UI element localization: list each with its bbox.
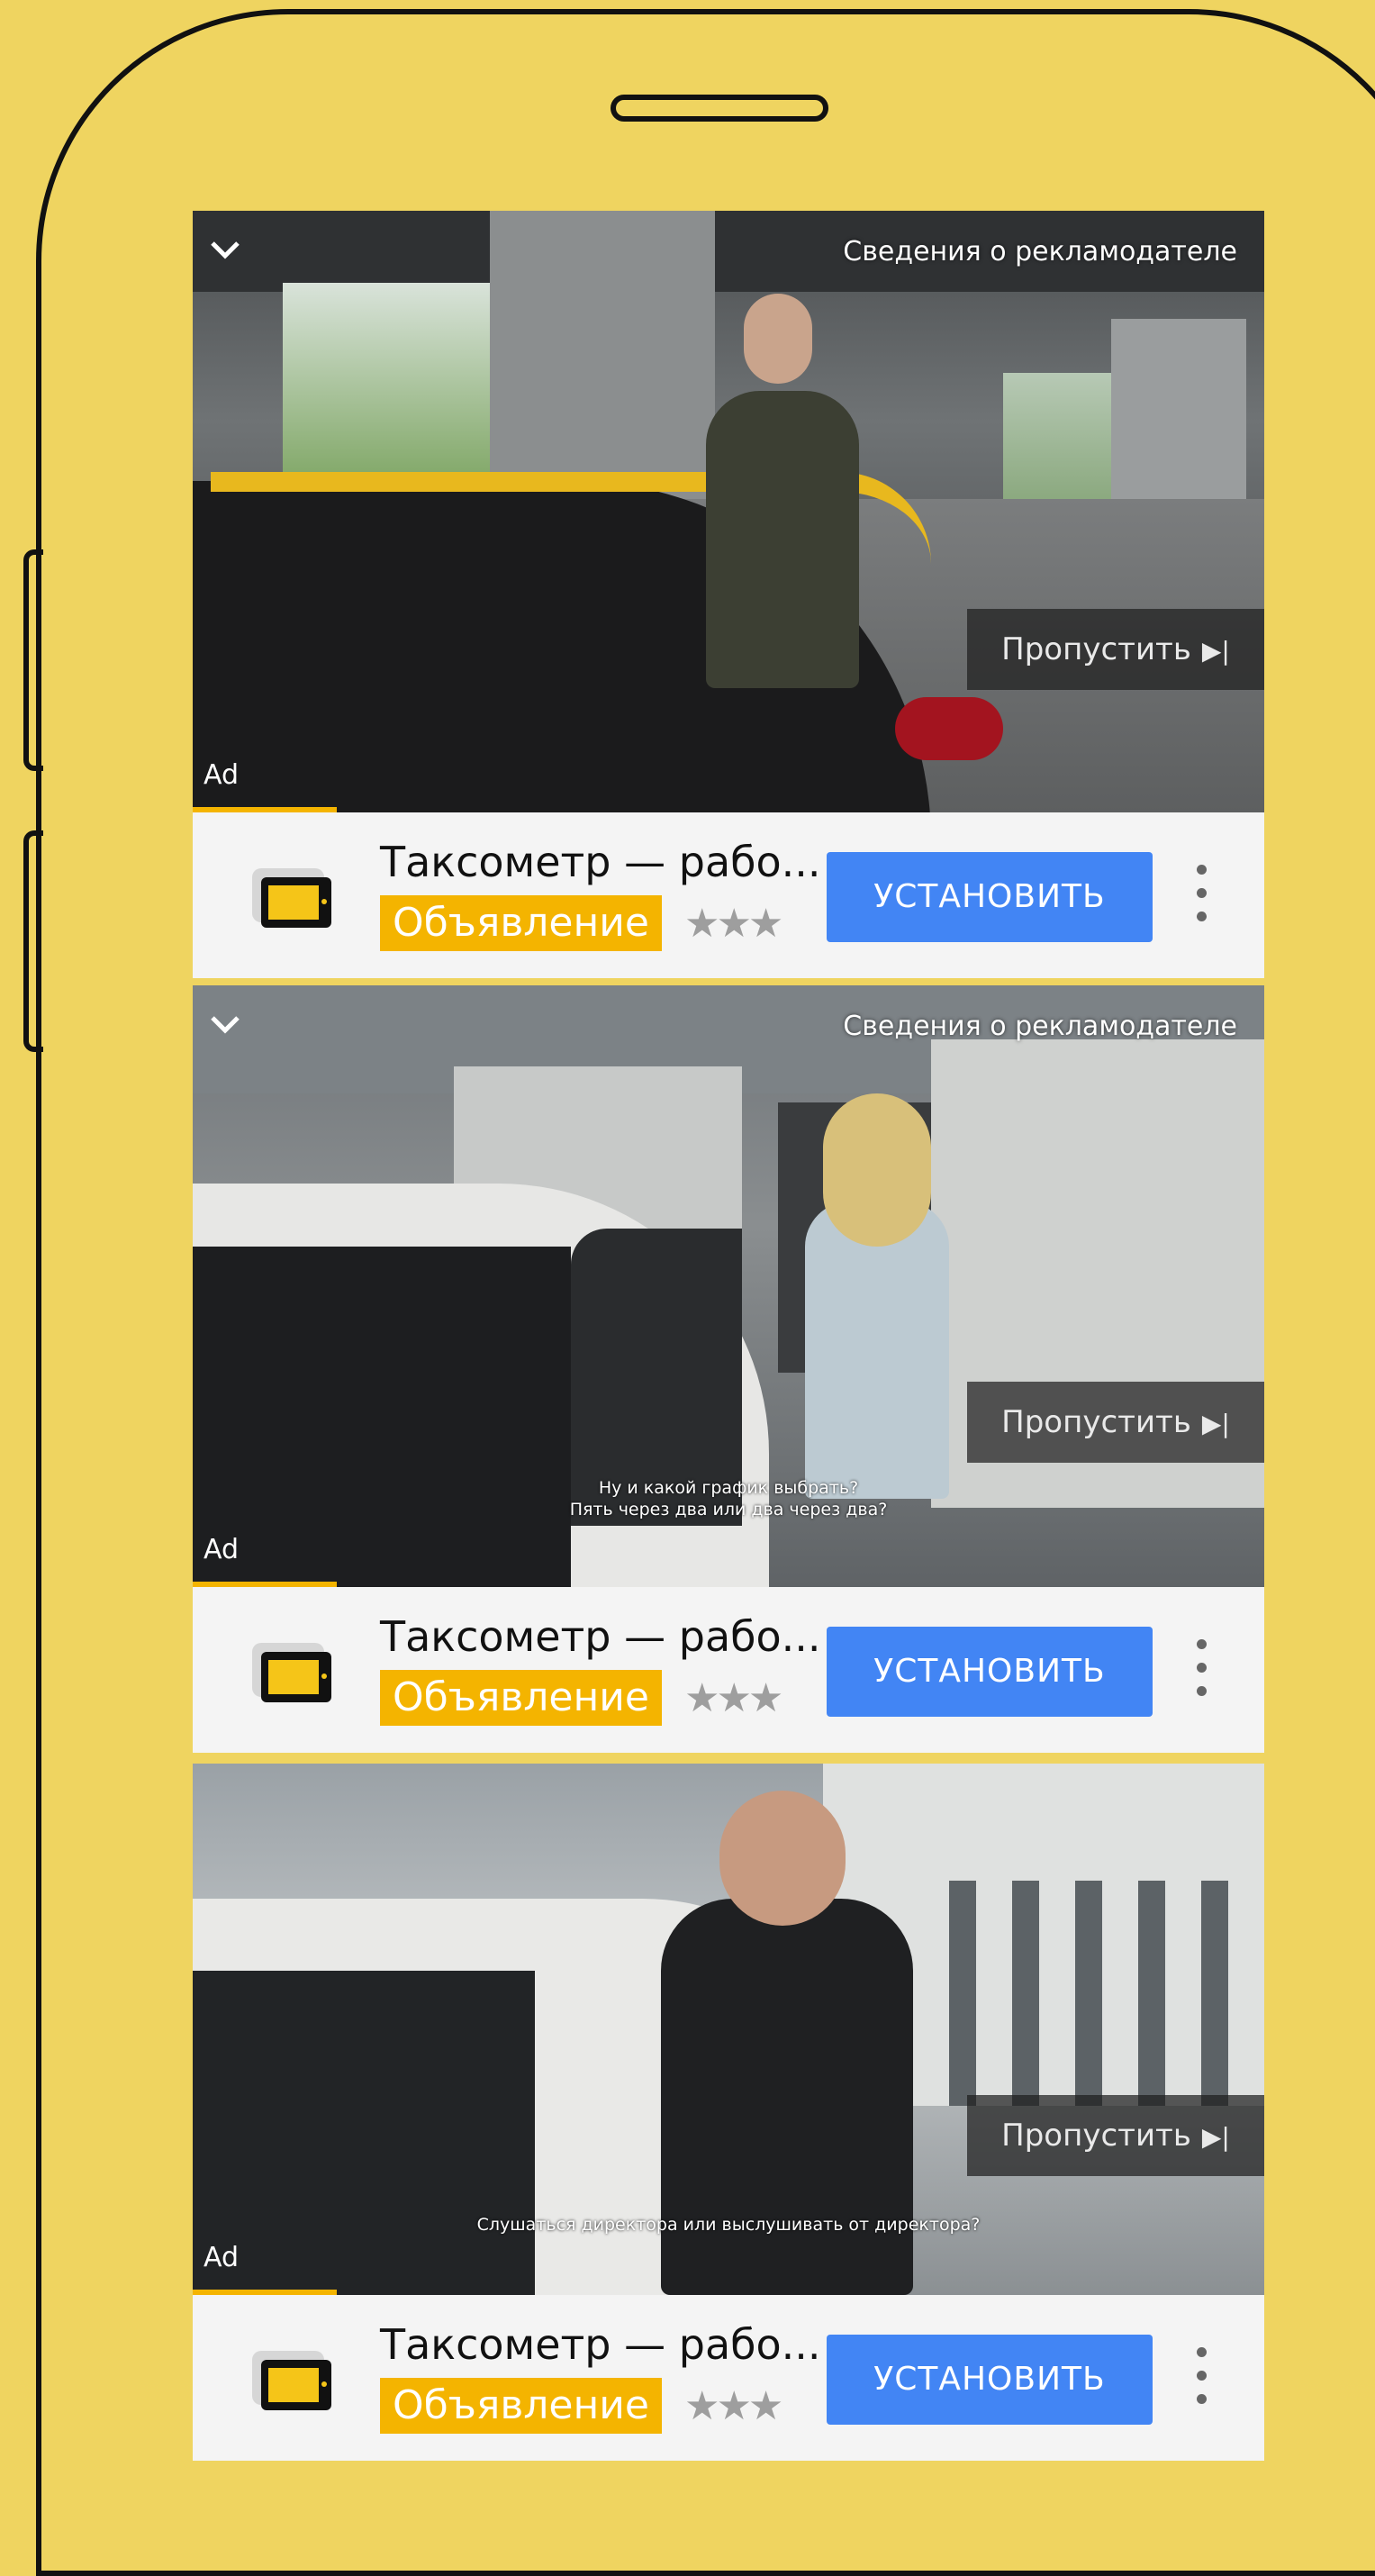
skip-label: Пропустить [1001, 2118, 1191, 2154]
app-title[interactable]: Таксометр — рабо... [380, 1612, 821, 1661]
taximeter-app-icon [252, 1643, 333, 1711]
skip-next-icon: ▶| [1201, 1409, 1230, 1438]
advertiser-info-link[interactable]: Сведения о рекламодателе [843, 236, 1237, 268]
rating-stars: ★★★ [684, 2383, 783, 2429]
ad-indicator: Ad [204, 759, 240, 791]
video-ad-card-2: Сведения о рекламодателе Пропустить ▶| Ну… [193, 985, 1264, 1753]
taximeter-app-icon [252, 868, 333, 937]
rating-stars: ★★★ [684, 901, 783, 947]
taximeter-app-icon [252, 2351, 333, 2419]
subtitle-line-1: Слушаться директора или выслушивать от д… [476, 2215, 981, 2235]
rating-stars: ★★★ [684, 1675, 783, 1721]
ad-badge: Объявление [380, 1670, 662, 1726]
ad-indicator: Ad [204, 2242, 240, 2273]
collapse-chevron-icon[interactable] [209, 1007, 241, 1039]
volume-down-button [23, 830, 43, 1052]
install-button[interactable]: УСТАНОВИТЬ [827, 2335, 1153, 2425]
skip-ad-button[interactable]: Пропустить ▶| [967, 2095, 1264, 2176]
video-player[interactable]: Сведения о рекламодателе Пропустить ▶| Ну… [193, 985, 1264, 1587]
video-player[interactable]: Пропустить ▶| Слушаться директора или выс… [193, 1764, 1264, 2295]
skip-label: Пропустить [1001, 1404, 1191, 1440]
volume-up-button [23, 549, 43, 771]
skip-label: Пропустить [1001, 631, 1191, 667]
install-button[interactable]: УСТАНОВИТЬ [827, 852, 1153, 942]
ad-badge: Объявление [380, 2378, 662, 2434]
phone-speaker [611, 95, 828, 122]
skip-ad-button[interactable]: Пропустить ▶| [967, 1382, 1264, 1463]
ad-indicator: Ad [204, 1534, 240, 1565]
skip-next-icon: ▶| [1201, 636, 1230, 666]
app-title[interactable]: Таксометр — рабо... [380, 838, 821, 886]
ad-info-bar: Таксометр — рабо... Объявление ★★★ УСТАН… [193, 1587, 1264, 1753]
collapse-chevron-icon[interactable] [209, 232, 241, 265]
subtitle-line-2: Пять через два или два через два? [569, 1500, 888, 1519]
install-button[interactable]: УСТАНОВИТЬ [827, 1627, 1153, 1717]
skip-next-icon: ▶| [1201, 2122, 1230, 2152]
more-options-icon[interactable] [1183, 865, 1219, 928]
ad-badge: Объявление [380, 895, 662, 951]
subtitle-line-1: Ну и какой график выбрать? [598, 1478, 859, 1498]
ad-info-bar: Таксометр — рабо... Объявление ★★★ УСТАН… [193, 2295, 1264, 2461]
video-frame [193, 211, 1264, 812]
video-player[interactable]: Сведения о рекламодателе Пропустить ▶| Ad [193, 211, 1264, 812]
video-ad-card-3: Пропустить ▶| Слушаться директора или выс… [193, 1764, 1264, 2461]
more-options-icon[interactable] [1183, 2347, 1219, 2410]
advertiser-info-link[interactable]: Сведения о рекламодателе [843, 1011, 1237, 1042]
skip-ad-button[interactable]: Пропустить ▶| [967, 609, 1264, 690]
more-options-icon[interactable] [1183, 1639, 1219, 1702]
video-ad-card-1: Сведения о рекламодателе Пропустить ▶| Ad… [193, 211, 1264, 978]
ad-info-bar: Таксометр — рабо... Объявление ★★★ УСТАН… [193, 812, 1264, 978]
app-title[interactable]: Таксометр — рабо... [380, 2320, 821, 2369]
